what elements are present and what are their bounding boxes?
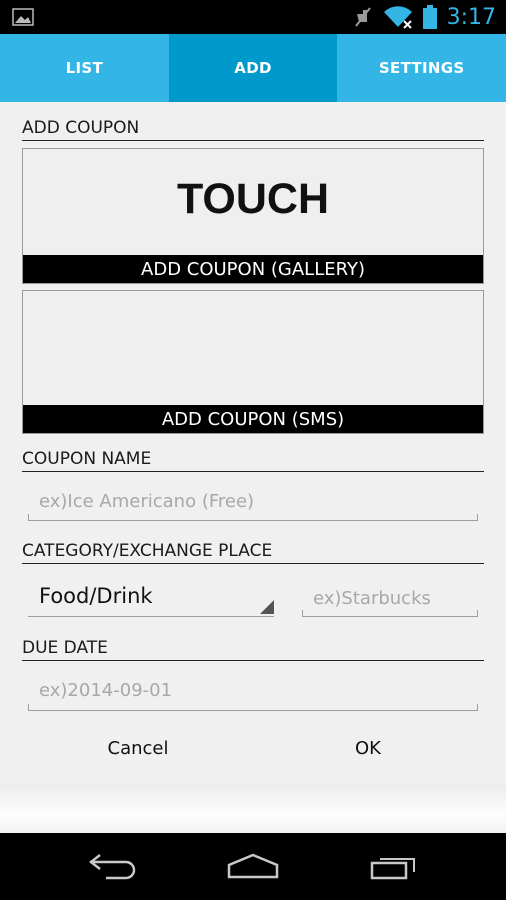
navigation-bar <box>0 833 506 900</box>
coupon-name-header: COUPON NAME <box>22 449 484 472</box>
status-bar: 3:17 <box>0 0 506 34</box>
back-icon[interactable] <box>88 851 138 881</box>
tab-add[interactable]: ADD <box>168 34 338 102</box>
tab-list[interactable]: LIST <box>0 34 169 102</box>
tab-settings[interactable]: SETTINGS <box>337 34 506 102</box>
tab-bar: LIST ADD SETTINGS <box>0 34 506 102</box>
sms-label: ADD COUPON (SMS) <box>23 405 483 433</box>
due-date-placeholder: ex)2014-09-01 <box>39 680 173 701</box>
wifi-icon <box>383 6 412 29</box>
ok-button[interactable]: OK <box>268 738 468 766</box>
coupon-name-input[interactable]: ex)Ice Americano (Free) <box>28 482 478 521</box>
image-icon <box>12 8 34 26</box>
category-header: CATEGORY/EXCHANGE PLACE <box>22 541 484 564</box>
clock: 3:17 <box>446 4 496 30</box>
add-coupon-sms-button[interactable]: ADD COUPON (SMS) <box>22 290 484 434</box>
cancel-button[interactable]: Cancel <box>38 738 238 766</box>
add-coupon-gallery-button[interactable]: TOUCH ADD COUPON (GALLERY) <box>22 148 484 284</box>
due-date-input[interactable]: ex)2014-09-01 <box>28 672 478 711</box>
gallery-label: ADD COUPON (GALLERY) <box>23 255 483 283</box>
bottom-divider <box>0 785 506 833</box>
category-selected: Food/Drink <box>39 584 153 608</box>
coupon-name-placeholder: ex)Ice Americano (Free) <box>39 491 255 512</box>
home-icon[interactable] <box>226 851 280 881</box>
recent-apps-icon[interactable] <box>369 851 421 881</box>
due-date-header: DUE DATE <box>22 638 484 661</box>
dropdown-arrow-icon <box>260 600 274 614</box>
exchange-place-input[interactable]: ex)Starbucks <box>302 580 478 617</box>
battery-icon <box>422 5 437 29</box>
mute-icon <box>354 7 371 27</box>
touch-label: TOUCH <box>176 175 330 223</box>
exchange-place-placeholder: ex)Starbucks <box>313 588 431 609</box>
category-spinner[interactable]: Food/Drink <box>28 578 274 617</box>
add-coupon-header: ADD COUPON <box>22 118 484 141</box>
